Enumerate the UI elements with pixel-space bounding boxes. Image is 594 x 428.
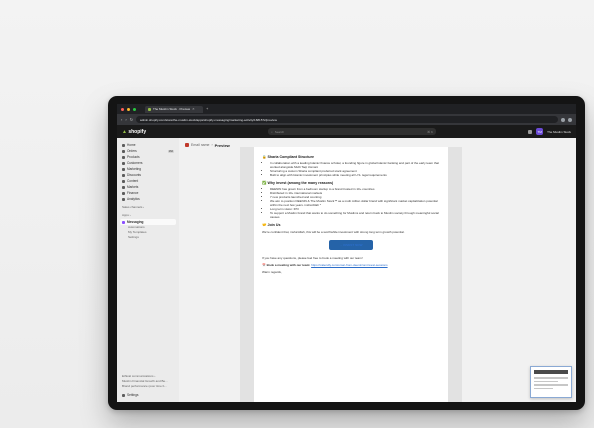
gear-icon — [122, 393, 125, 397]
products-icon — [122, 155, 125, 159]
browser-tab-bar: The Muslim Stock · Preview × + — [117, 104, 576, 114]
markets-icon — [122, 185, 125, 189]
url-text: admin.shopify.com/store/the-muslim-stock… — [140, 117, 277, 122]
profile-icon[interactable] — [568, 117, 572, 122]
sidebar-item-analytics[interactable]: Analytics — [120, 196, 176, 202]
close-tab-icon[interactable]: × — [192, 107, 194, 111]
new-tab-icon[interactable]: + — [206, 107, 208, 111]
search-input[interactable]: ⌕ Search ⌘ K — [268, 128, 436, 135]
tab-title: The Muslim Stock · Preview — [153, 107, 191, 111]
main-content: Email name › Preview 🔒 Sharia Compliant … — [179, 138, 576, 402]
bullet-list: DEENIN has grown from a bedroom startup … — [262, 187, 440, 219]
messaging-icon — [122, 220, 125, 224]
section-heading: ✅ Why invest (among the many reasons) — [262, 181, 334, 185]
forward-icon[interactable]: › — [125, 117, 126, 122]
sidebar-item-settings[interactable]: Settings — [120, 392, 176, 398]
sidebar-item-label: Messaging — [127, 220, 144, 224]
address-bar[interactable]: admin.shopify.com/store/the-muslim-stock… — [136, 116, 558, 123]
sidebar: Home Orders 162 Products Customers Marketing D… — [117, 138, 179, 402]
discounts-icon — [122, 173, 125, 177]
page-title: Preview — [214, 142, 230, 148]
analytics-icon — [122, 197, 125, 201]
questions-paragraph: If you have any questions, please feel f… — [262, 256, 363, 260]
email-app-icon — [185, 143, 189, 147]
shopify-favicon-icon — [148, 107, 151, 111]
count-badge: 162 — [167, 149, 174, 153]
sidebar-item-label: Settings — [127, 393, 139, 397]
shopify-bag-icon: ▲ — [122, 128, 127, 135]
notification-icon[interactable] — [528, 129, 533, 134]
sidebar-item-label: Content — [127, 179, 139, 183]
search-placeholder: Search — [274, 129, 285, 134]
signoff: Warm regards, — [262, 270, 282, 274]
marketing-icon — [122, 167, 125, 171]
maximize-window-button[interactable] — [133, 107, 136, 111]
shopify-logo[interactable]: ▲ shopify — [122, 129, 232, 135]
shopify-top-bar: ▲ shopify ⌕ Search ⌘ K TM The Muslim Sto… — [117, 125, 576, 138]
preview-panel: 🔒 Sharia Compliant Structure In collabor… — [240, 147, 462, 402]
breadcrumb-parent[interactable]: Email name — [191, 143, 209, 147]
pinned-item[interactable]: Brand performance (over time b... — [120, 384, 176, 389]
finance-icon — [122, 191, 125, 195]
top-right-actions: TM The Muslim Stock — [528, 128, 571, 135]
sidebar-item-label: Products — [127, 155, 140, 159]
nav-list: Home Orders 162 Products Customers Marketing D… — [120, 142, 176, 202]
laptop-device-frame: The Muslim Stock · Preview × + ‹ › ↻ adm… — [108, 96, 585, 410]
customers-icon — [122, 161, 125, 165]
sidebar-item-label: Markets — [127, 185, 139, 189]
browser-tab[interactable]: The Muslim Stock · Preview × — [145, 105, 203, 113]
content-icon — [122, 179, 125, 183]
minimap-line — [534, 377, 568, 379]
store-name[interactable]: The Muslim Stock — [547, 130, 571, 134]
list-item: In collaboration with a leading Islamic … — [270, 161, 440, 169]
booking-paragraph: 📅 Book a meeting with our team: https://… — [262, 263, 440, 267]
sidebar-item-label: Orders — [127, 149, 137, 153]
search-shortcut: ⌘ K — [427, 129, 433, 134]
logo-word: shopify — [128, 128, 147, 135]
booking-link[interactable]: https://calendly.com/omar-from-deenin/om… — [311, 263, 387, 267]
sidebar-item-label: Home — [127, 143, 136, 147]
apps-label[interactable]: Apps › — [122, 213, 174, 218]
reload-icon[interactable]: ↻ — [130, 117, 133, 122]
store-avatar[interactable]: TM — [536, 128, 544, 135]
sidebar-subitem-settings[interactable]: Settings — [120, 235, 176, 240]
breadcrumb-separator-icon: › — [211, 143, 213, 147]
list-item: Built to align with Islamic investment p… — [270, 173, 440, 177]
minimap-header — [534, 370, 568, 374]
back-icon[interactable]: ‹ — [121, 117, 122, 122]
browser-toolbar: ‹ › ↻ admin.shopify.com/store/the-muslim… — [117, 114, 576, 125]
bullet-list: In collaboration with a leading Islamic … — [262, 161, 440, 177]
search-icon: ⌕ — [271, 129, 273, 134]
minimize-window-button[interactable] — [127, 107, 130, 111]
list-item: We aim to position DEENIN & The Muslim S… — [270, 199, 440, 207]
sidebar-item-label: Customers — [127, 161, 143, 165]
email-preview: 🔒 Sharia Compliant Structure In collabor… — [254, 147, 448, 402]
screen: The Muslim Stock · Preview × + ‹ › ↻ adm… — [117, 104, 576, 402]
sidebar-item-label: Marketing — [127, 167, 141, 171]
sidebar-item-label: Discounts — [127, 173, 141, 177]
minimap-line — [534, 387, 553, 389]
close-window-button[interactable] — [121, 107, 124, 111]
booking-label: 📅 Book a meeting with our team: — [262, 263, 311, 267]
minimap-line — [534, 380, 558, 382]
app-body: Home Orders 162 Products Customers Marketing D… — [117, 138, 576, 402]
list-item: To support a Muslim brand that wants to … — [270, 211, 440, 219]
sales-channels-label[interactable]: Sales channels › — [122, 205, 174, 210]
sidebar-item-label: Finance — [127, 191, 139, 195]
section-heading: 🤝 Join Us — [262, 223, 281, 227]
section-heading: 🔒 Sharia Compliant Structure — [262, 155, 315, 159]
home-icon — [122, 143, 125, 147]
page-minimap-thumbnail[interactable] — [530, 366, 572, 398]
sidebar-bottom: Ethical communications › Muslim Financia… — [120, 374, 176, 398]
extension-icon[interactable] — [561, 117, 565, 122]
invest-now-button[interactable]: → INVEST NOW — [329, 240, 373, 250]
orders-icon — [122, 149, 125, 153]
minimap-line — [534, 384, 568, 386]
join-paragraph: We're confident that, insha'Allah, this … — [262, 230, 405, 234]
sidebar-item-label: Analytics — [127, 197, 140, 201]
